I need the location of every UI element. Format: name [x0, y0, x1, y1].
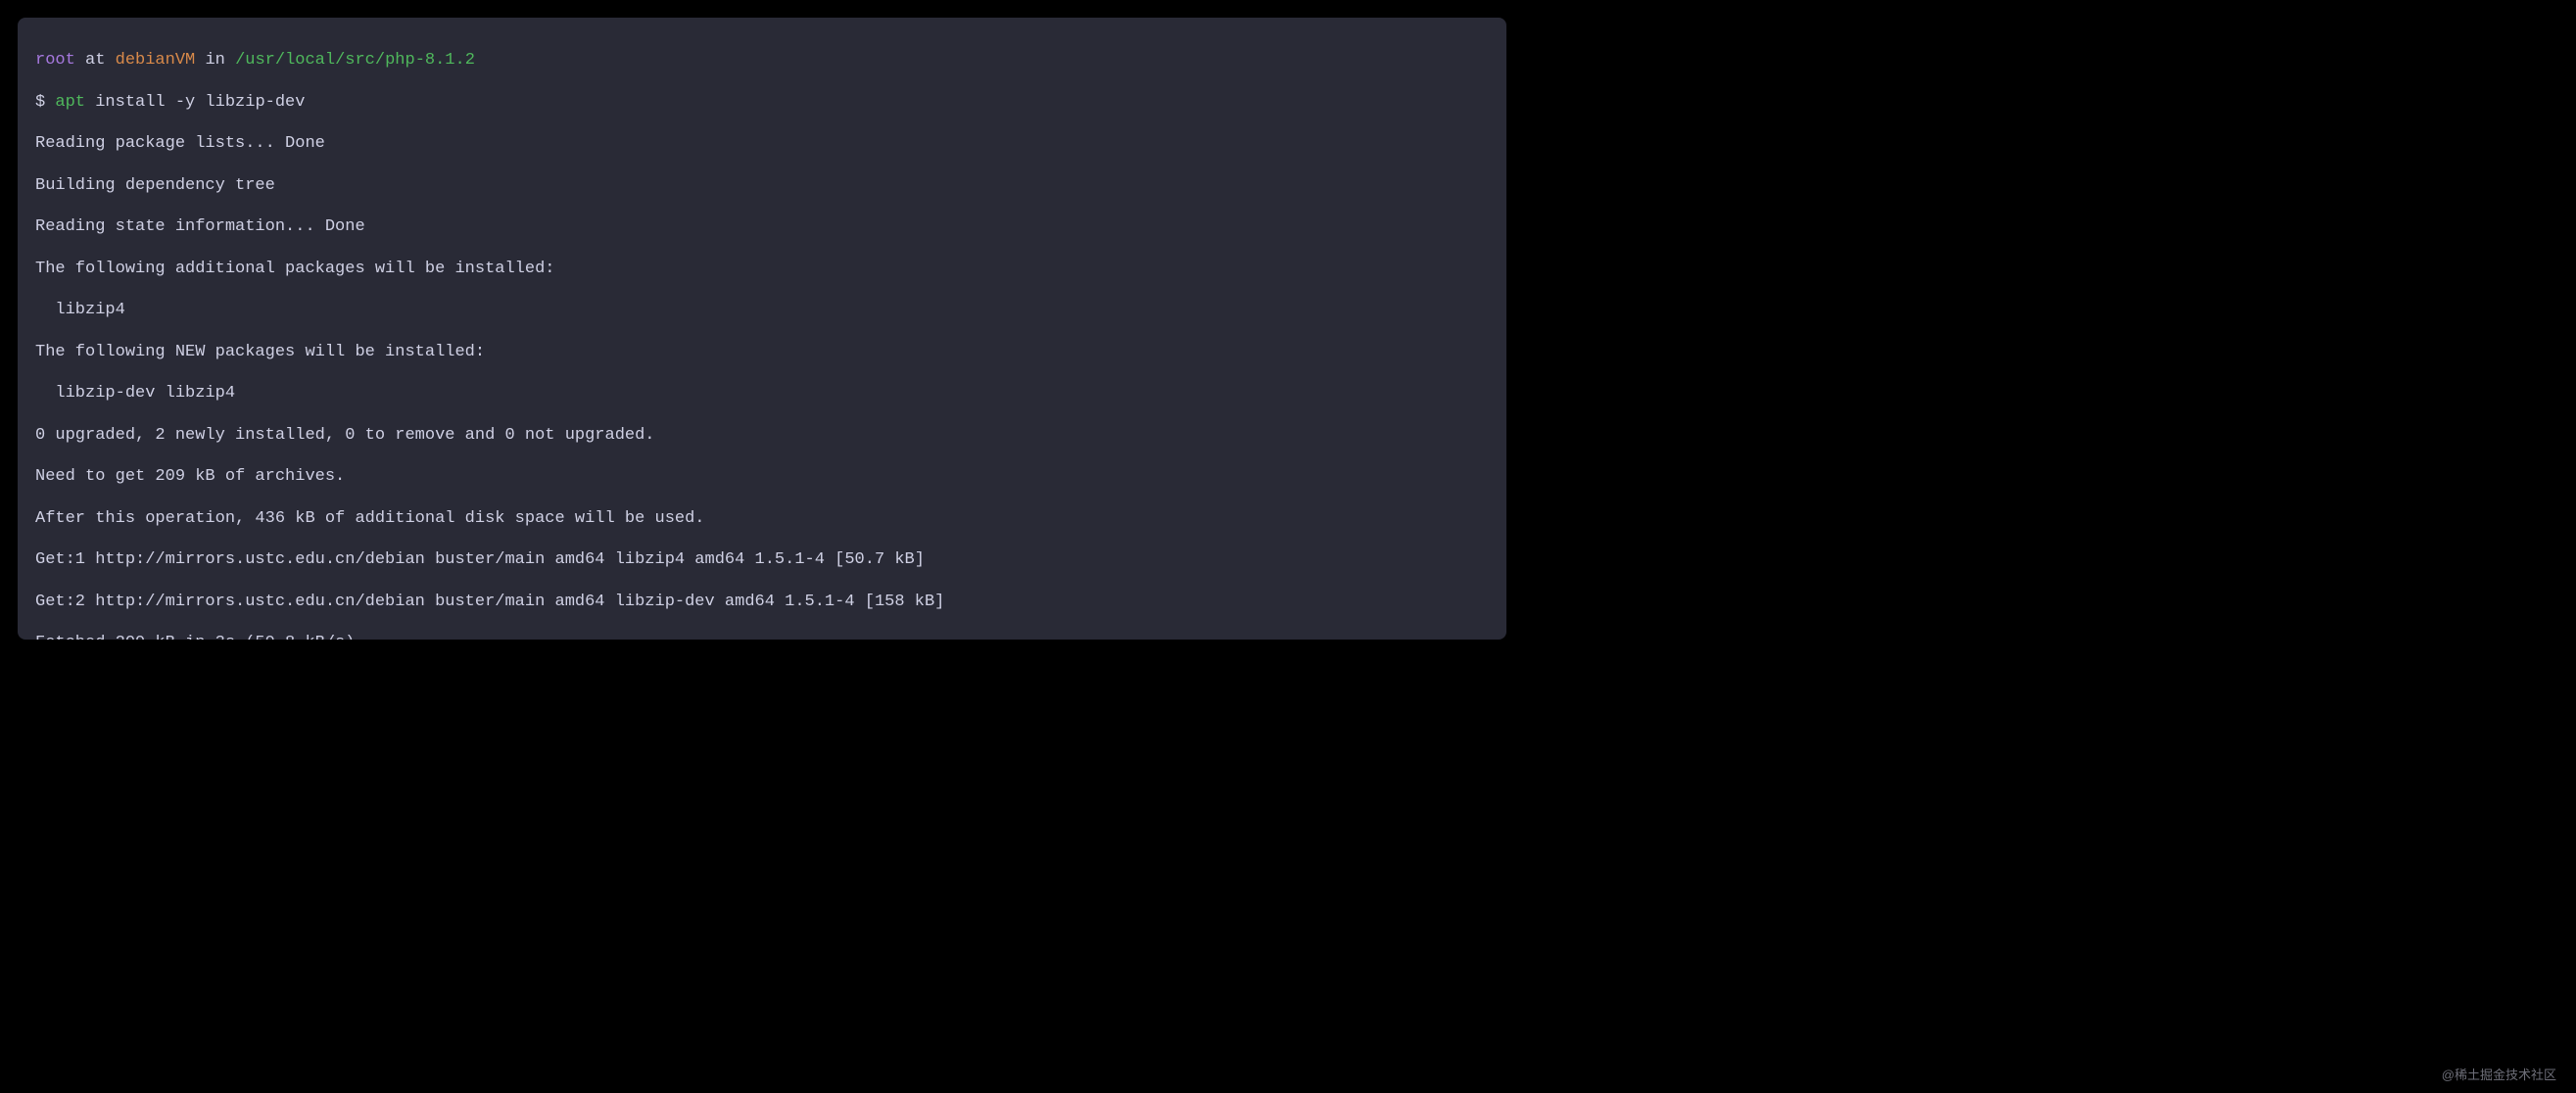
output-line: Get:2 http://mirrors.ustc.edu.cn/debian … [35, 592, 1489, 612]
watermark: @稀土掘金技术社区 [2442, 1068, 2556, 1083]
output-line: libzip4 [35, 300, 1489, 320]
output-line: Building dependency tree [35, 175, 1489, 196]
output-line: Fetched 209 kB in 3s (59.8 kB/s) [35, 633, 1489, 640]
output-line: Reading state information... Done [35, 216, 1489, 237]
command-args: install -y libzip-dev [85, 93, 305, 112]
output-line: After this operation, 436 kB of addition… [35, 508, 1489, 529]
prompt-host: debianVM [116, 51, 196, 70]
output-line: The following additional packages will b… [35, 259, 1489, 279]
output-line: Need to get 209 kB of archives. [35, 466, 1489, 487]
output-line: Reading package lists... Done [35, 133, 1489, 154]
command-line-1: $ apt install -y libzip-dev [35, 92, 1489, 113]
output-line: The following NEW packages will be insta… [35, 342, 1489, 362]
prompt-line-1: root at debianVM in /usr/local/src/php-8… [35, 50, 1489, 71]
prompt-in: in [195, 51, 235, 70]
output-line: 0 upgraded, 2 newly installed, 0 to remo… [35, 425, 1489, 446]
terminal-content[interactable]: root at debianVM in /usr/local/src/php-8… [35, 29, 1489, 640]
terminal-window[interactable]: root at debianVM in /usr/local/src/php-8… [18, 18, 1506, 640]
prompt-user: root [35, 51, 75, 70]
command-name: apt [55, 93, 85, 112]
prompt-symbol: $ [35, 93, 55, 112]
prompt-at: at [75, 51, 116, 70]
output-line: libzip-dev libzip4 [35, 383, 1489, 404]
output-line: Get:1 http://mirrors.ustc.edu.cn/debian … [35, 549, 1489, 570]
prompt-path: /usr/local/src/php-8.1.2 [235, 51, 475, 70]
